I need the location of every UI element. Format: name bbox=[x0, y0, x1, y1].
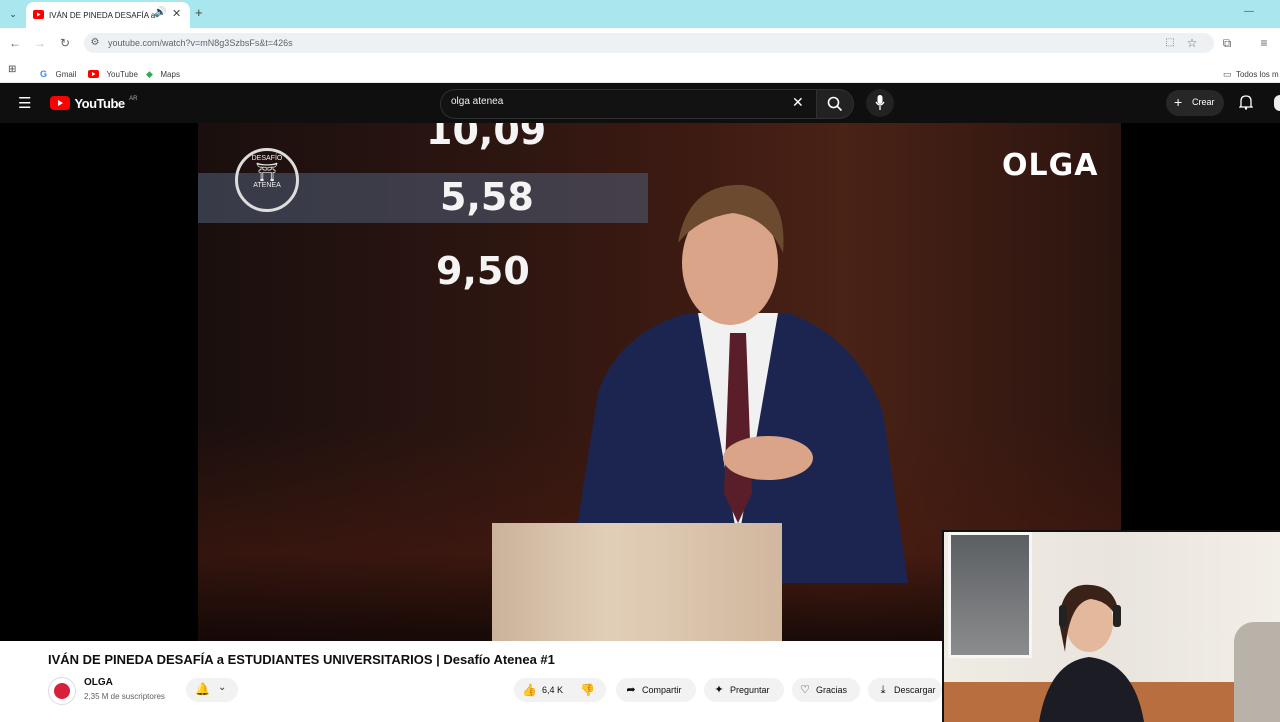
channel-watermark: OLGA bbox=[1002, 148, 1099, 183]
chair bbox=[1234, 622, 1280, 722]
bookmark-gmail[interactable]: G Gmail bbox=[40, 64, 76, 82]
search-query-text: olga atenea bbox=[451, 96, 504, 107]
chevron-down-icon: ⌄ bbox=[218, 682, 227, 693]
bookmarks-bar bbox=[0, 58, 1280, 83]
search-icon bbox=[827, 96, 843, 112]
notifications-button[interactable] bbox=[1238, 94, 1254, 115]
score-value: 5,58 bbox=[440, 175, 534, 219]
tab-title: IVÁN DE PINEDA DESAFÍA a bbox=[49, 11, 156, 20]
youtube-icon bbox=[88, 70, 99, 78]
dislike-icon[interactable]: 👎 bbox=[580, 678, 595, 702]
podium bbox=[492, 523, 782, 641]
plus-icon: + bbox=[1174, 94, 1183, 110]
sparkle-icon: ✦ bbox=[714, 684, 724, 696]
youtube-logo-icon bbox=[50, 96, 70, 110]
apps-grid-icon[interactable]: ⊞ bbox=[8, 64, 16, 75]
hamburger-menu-icon[interactable]: ☰ bbox=[18, 94, 31, 112]
streamer-figure bbox=[1039, 584, 1144, 722]
tab-search-button[interactable]: ⌄ bbox=[4, 6, 22, 22]
close-tab-icon[interactable]: ✕ bbox=[172, 7, 181, 20]
clear-search-icon[interactable]: ✕ bbox=[792, 94, 804, 111]
thanks-heart-icon: ♡ bbox=[800, 684, 810, 696]
seal-emblem-icon: ⛩ bbox=[255, 162, 279, 182]
bell-icon bbox=[1238, 95, 1254, 110]
avatar[interactable] bbox=[1274, 95, 1280, 111]
extensions-icon[interactable]: ⧉ bbox=[1219, 35, 1235, 51]
thanks-button[interactable]: ♡ Gracias bbox=[792, 678, 860, 702]
bell-icon: 🔔 bbox=[195, 682, 210, 696]
google-g-icon: G bbox=[40, 69, 48, 79]
forward-icon[interactable]: → bbox=[32, 35, 48, 51]
youtube-favicon-icon bbox=[33, 10, 44, 19]
like-dislike-group: 👍 6,4 K 👎 bbox=[514, 678, 606, 702]
download-button[interactable]: ⤓ Descargar bbox=[868, 678, 942, 702]
webcam-overlay bbox=[942, 530, 1280, 722]
bookmark-star-icon[interactable]: ☆ bbox=[1184, 35, 1200, 51]
voice-search-button[interactable] bbox=[866, 89, 894, 117]
ask-button[interactable]: ✦ Preguntar bbox=[704, 678, 784, 702]
desafio-atenea-seal: DESAFÍO ⛩ ATENEA bbox=[235, 148, 299, 212]
channel-name[interactable]: OLGA bbox=[84, 677, 113, 688]
score-value: 9,50 bbox=[436, 249, 530, 293]
audio-playing-icon[interactable]: 🔊 bbox=[154, 7, 166, 18]
score-value: 10,09 bbox=[426, 123, 547, 153]
browser-menu-icon[interactable]: ≡ bbox=[1256, 35, 1272, 51]
share-icon: ➦ bbox=[626, 684, 636, 696]
back-icon[interactable]: ← bbox=[7, 35, 23, 51]
youtube-logo[interactable]: YouTube AR bbox=[50, 95, 137, 111]
create-label: Crear bbox=[1192, 97, 1215, 107]
like-count[interactable]: 6,4 K bbox=[542, 678, 563, 702]
channel-avatar[interactable] bbox=[48, 677, 76, 705]
microphone-icon bbox=[875, 95, 885, 110]
all-bookmarks-folder[interactable]: ▭ Todos los m bbox=[1223, 64, 1280, 82]
bookmark-maps[interactable]: ◆ Maps bbox=[146, 64, 180, 82]
olga-logo-icon bbox=[54, 683, 70, 699]
like-icon[interactable]: 👍 bbox=[522, 678, 537, 702]
download-icon: ⤓ bbox=[880, 684, 886, 696]
new-tab-button[interactable]: + bbox=[195, 5, 209, 21]
browser-tab-active[interactable]: IVÁN DE PINEDA DESAFÍA a 🔊 ✕ bbox=[26, 2, 190, 28]
subscriber-count: 2,35 M de suscriptores bbox=[84, 692, 165, 701]
search-button[interactable] bbox=[816, 89, 854, 119]
subscription-bell-button[interactable]: 🔔 ⌄ bbox=[186, 678, 238, 702]
reload-icon[interactable]: ↻ bbox=[57, 35, 73, 51]
install-app-icon[interactable]: ⬚ bbox=[1162, 35, 1178, 51]
site-info-icon[interactable]: ⚙ bbox=[87, 35, 103, 51]
maps-pin-icon: ◆ bbox=[146, 69, 153, 79]
bookmark-youtube[interactable]: YouTube bbox=[88, 64, 138, 82]
presenter-figure bbox=[568, 184, 908, 583]
browser-tab-strip bbox=[0, 0, 1280, 28]
minimize-window-icon[interactable]: — bbox=[1244, 6, 1254, 17]
video-title: IVÁN DE PINEDA DESAFÍA a ESTUDIANTES UNI… bbox=[48, 652, 555, 667]
share-button[interactable]: ➦ Compartir bbox=[616, 678, 696, 702]
folder-icon: ▭ bbox=[1223, 69, 1232, 79]
url-text[interactable]: youtube.com/watch?v=mN8g3SzbsFs&t=426s bbox=[108, 38, 293, 48]
